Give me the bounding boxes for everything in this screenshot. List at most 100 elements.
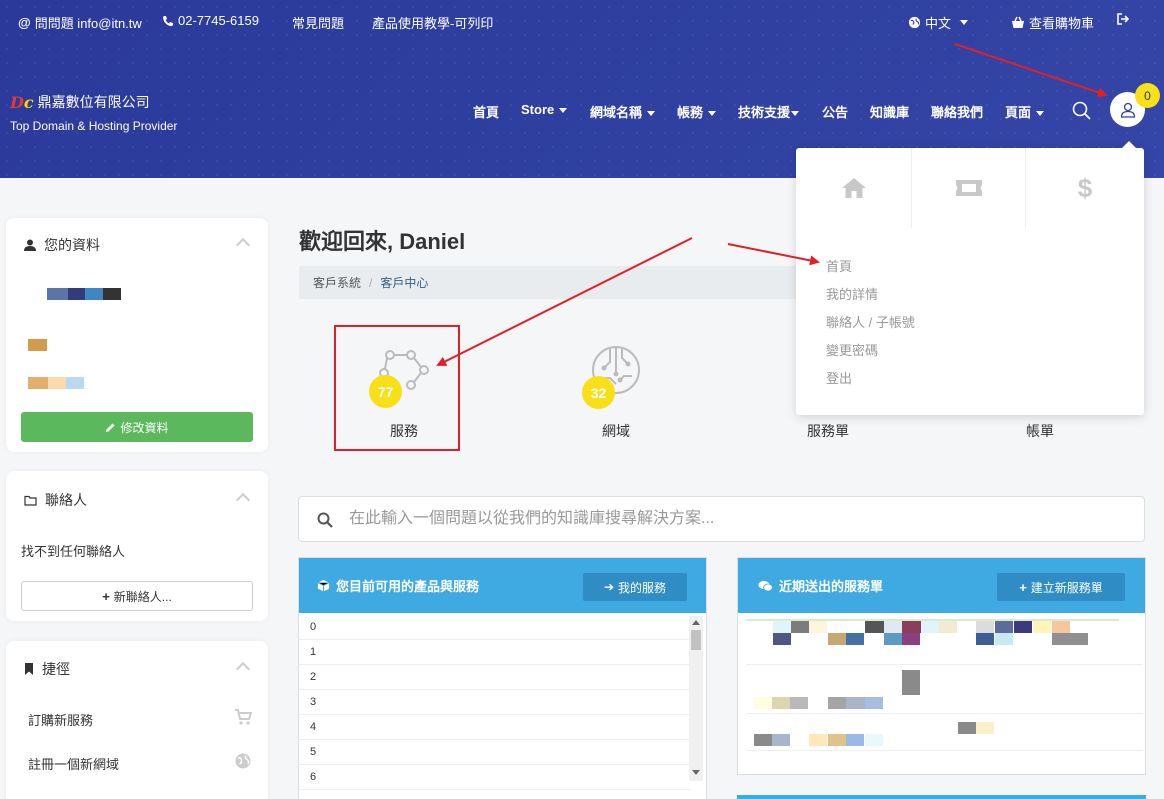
nav-support[interactable]: 技術支援 <box>738 102 800 121</box>
dropdown-billing-shortcut[interactable]: $ <box>1026 148 1144 228</box>
products-card-title: 您目前可用的產品與服務 <box>336 579 480 594</box>
dropdown-home-shortcut[interactable] <box>796 148 911 228</box>
arrow-right-icon: ➔ <box>603 580 615 594</box>
contacts-panel-header[interactable]: 聯絡人 <box>24 490 87 510</box>
nav-contact[interactable]: 聯絡我們 <box>931 102 983 121</box>
nav-domains[interactable]: 網域名稱 <box>590 102 656 121</box>
welcome-heading: 歡迎回來, Daniel <box>299 229 466 254</box>
email-link[interactable]: @ 問問題 info@itn.tw <box>18 13 142 32</box>
nav-knowledgebase[interactable]: 知識庫 <box>870 102 909 121</box>
faq-link[interactable]: 常見問題 <box>292 13 344 32</box>
breadcrumb: 客戶系統 / 客戶中心 <box>299 266 819 299</box>
tickets-label: 服務單 <box>807 423 849 439</box>
at-icon: @ <box>18 15 31 30</box>
nav-store[interactable]: Store <box>521 102 568 117</box>
scroll-down-icon[interactable] <box>692 770 700 775</box>
search-icon <box>317 512 333 528</box>
kb-search-bar <box>298 496 1145 542</box>
pencil-icon <box>106 423 115 432</box>
search-icon[interactable] <box>1072 101 1092 121</box>
invoices-label: 帳單 <box>1026 423 1054 439</box>
open-ticket-button[interactable]: + 建立新服務單 <box>997 573 1125 601</box>
dropdown-ticket-shortcut[interactable] <box>911 148 1026 228</box>
chevron-down-icon <box>791 111 800 117</box>
globe-icon <box>235 753 251 769</box>
tickets-card-title: 近期送出的服務單 <box>779 579 884 594</box>
contacts-panel: 聯絡人 找不到任何聯絡人 + 新聯絡人... <box>6 471 268 621</box>
domains-label: 網域 <box>602 423 630 439</box>
annotation-highlight-box <box>334 325 460 451</box>
annotation-arrow <box>436 237 693 366</box>
top-bar: @ 問問題 info@itn.tw 02-7745-6159 常見問題 產品使用… <box>0 0 1164 42</box>
chevron-down-icon <box>647 111 656 117</box>
folder-icon <box>24 495 37 506</box>
dropdown-item-logout[interactable]: 登出 <box>826 368 852 387</box>
user-icon <box>24 239 36 251</box>
company-tagline: Top Domain & Hosting Provider <box>10 119 178 133</box>
no-contacts-text: 找不到任何聯絡人 <box>21 544 126 559</box>
nav-billing[interactable]: 帳務 <box>677 102 717 121</box>
company-logo-icon: Dc <box>10 92 34 112</box>
plus-icon: + <box>102 588 110 604</box>
plus-icon: + <box>1019 579 1027 595</box>
profile-panel: 您的資料 修改資料 <box>6 218 268 452</box>
breadcrumb-current: 客戶中心 <box>380 276 429 290</box>
cart-icon <box>235 709 252 725</box>
chevron-down-icon <box>559 108 568 114</box>
next-card-header <box>737 795 1146 799</box>
kb-search-input[interactable] <box>349 497 1129 541</box>
logout-link[interactable] <box>1117 13 1130 25</box>
collapse-icon[interactable] <box>235 661 251 677</box>
dollar-icon: $ <box>1077 172 1093 203</box>
shortcut-register-domain[interactable]: 註冊一個新網域 <box>28 754 119 773</box>
list-item[interactable]: 1 <box>299 640 691 665</box>
dropdown-item-details[interactable]: 我的詳情 <box>826 284 878 303</box>
scroll-up-icon[interactable] <box>692 620 700 625</box>
shortcuts-panel: 捷徑 訂購新服務 註冊一個新網域 <box>6 641 268 799</box>
shortcuts-panel-header[interactable]: 捷徑 <box>24 659 70 679</box>
new-contact-button[interactable]: + 新聯絡人... <box>21 581 253 611</box>
shortcut-order-service[interactable]: 訂購新服務 <box>28 710 93 729</box>
cube-icon <box>317 579 330 592</box>
collapse-icon[interactable] <box>235 492 251 508</box>
bookmark-icon <box>25 663 33 675</box>
dropdown-item-contacts[interactable]: 聯絡人 / 子帳號 <box>826 312 915 331</box>
tickets-card: 近期送出的服務單 + 建立新服務單 <box>737 557 1146 775</box>
list-item[interactable]: 5 <box>299 740 691 765</box>
list-item[interactable]: 0 <box>299 615 691 640</box>
nav-pages[interactable]: 頁面 <box>1005 102 1045 121</box>
nav-home[interactable]: 首頁 <box>473 102 499 121</box>
basket-icon <box>1012 16 1024 28</box>
company-name: 鼎嘉數位有限公司 <box>37 94 150 110</box>
breadcrumb-client-area[interactable]: 客戶系統 <box>313 274 361 291</box>
list-item[interactable]: 2 <box>299 665 691 690</box>
list-item[interactable]: 4 <box>299 715 691 740</box>
phone-link[interactable]: 02-7745-6159 <box>162 13 259 28</box>
chevron-down-icon <box>1036 111 1045 117</box>
sign-out-icon <box>1117 13 1130 25</box>
cart-count-badge: 0 <box>1135 83 1160 108</box>
edit-profile-button[interactable]: 修改資料 <box>21 412 253 442</box>
phone-icon <box>163 15 173 26</box>
user-icon <box>1120 102 1135 118</box>
profile-panel-header[interactable]: 您的資料 <box>24 235 100 255</box>
cart-link[interactable]: 查看購物車 <box>1011 13 1094 32</box>
chevron-down-icon <box>960 20 969 25</box>
comments-icon <box>758 580 773 591</box>
dropdown-item-change-password[interactable]: 變更密碼 <box>826 340 878 359</box>
language-selector[interactable]: 中文 <box>908 13 969 32</box>
chevron-down-icon <box>708 111 717 117</box>
nav-announcements[interactable]: 公告 <box>822 102 848 121</box>
tutorial-link[interactable]: 產品使用教學-可列印 <box>372 13 493 32</box>
collapse-icon[interactable] <box>235 237 251 253</box>
globe-icon <box>908 16 921 29</box>
scroll-thumb[interactable] <box>691 630 701 650</box>
brand[interactable]: Dc 鼎嘉數位有限公司 Top Domain & Hosting Provide… <box>10 92 178 134</box>
list-item[interactable]: 6 <box>299 765 691 790</box>
my-services-button[interactable]: ➔ 我的服務 <box>583 573 687 601</box>
list-scrollbar[interactable] <box>689 616 703 781</box>
dropdown-item-home[interactable]: 首頁 <box>826 256 852 275</box>
domains-count-badge: 32 <box>582 376 615 409</box>
home-icon <box>841 178 866 198</box>
list-item[interactable]: 3 <box>299 690 691 715</box>
